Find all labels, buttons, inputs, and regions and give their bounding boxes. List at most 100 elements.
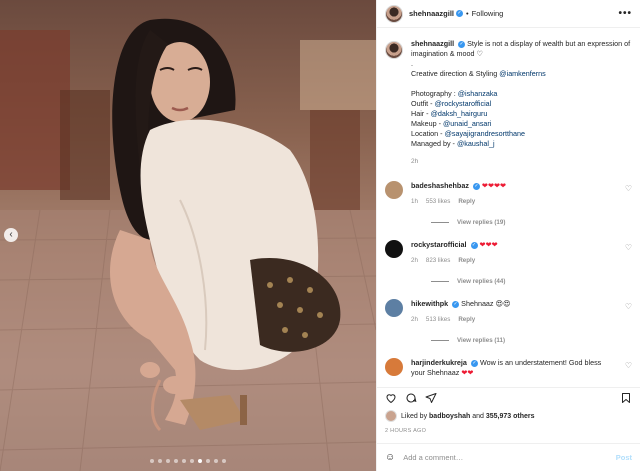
divider bbox=[431, 222, 449, 223]
view-replies-button[interactable]: View replies (11) bbox=[431, 337, 632, 344]
carousel-dot bbox=[158, 459, 162, 463]
caption-line: Photography : @ishanzaka bbox=[411, 89, 498, 98]
liker-username[interactable]: badboyshah bbox=[429, 413, 470, 420]
view-replies-label: View replies (11) bbox=[457, 337, 506, 344]
comment-username[interactable]: badeshashehbaz bbox=[411, 181, 469, 190]
post-photo[interactable]: ‹ bbox=[0, 0, 376, 471]
photo-illustration bbox=[0, 18, 376, 471]
action-bar bbox=[385, 388, 632, 408]
likes-count[interactable]: 355,973 others bbox=[486, 413, 535, 420]
caption-timestamp: 2h bbox=[411, 158, 419, 165]
carousel-dot bbox=[190, 459, 194, 463]
carousel-dot bbox=[222, 459, 226, 463]
caption-avatar[interactable] bbox=[385, 41, 403, 59]
comment-icon[interactable] bbox=[405, 392, 417, 404]
comment-avatar[interactable] bbox=[385, 181, 403, 199]
liker-avatar[interactable] bbox=[385, 410, 397, 422]
comment-list: badeshashehbaz ✓ ❤❤❤❤ 1h 553 likes Reply ♡ Vi… bbox=[385, 181, 632, 378]
comment: hikewithpk ✓ Shehnaaz 😍😍 2h 513 likes Reply… bbox=[385, 299, 632, 325]
reply-button[interactable]: Reply bbox=[458, 198, 475, 205]
comment-body: rockystarofficial ✓ ❤❤❤ 2h 823 likes Reply bbox=[411, 240, 632, 266]
reply-button[interactable]: Reply bbox=[458, 316, 475, 323]
carousel-prev-button[interactable]: ‹ bbox=[4, 228, 18, 242]
caption-body: . Creative direction & Styling @iamkenfer… bbox=[411, 59, 632, 149]
comments-section[interactable]: shehnaazgill ✓ Style is not a display of… bbox=[377, 29, 640, 386]
post-comment-button[interactable]: Post bbox=[616, 453, 632, 462]
comment-heart-icon[interactable]: ♡ bbox=[625, 184, 632, 193]
caption: shehnaazgill ✓ Style is not a display of… bbox=[385, 39, 632, 167]
likes-summary: Liked by badboyshah and 355,973 others bbox=[385, 410, 632, 422]
likes-prefix: Liked by bbox=[401, 412, 428, 420]
caption-username[interactable]: shehnaazgill bbox=[411, 39, 454, 48]
view-replies-label: View replies (19) bbox=[457, 219, 506, 226]
comment-time: 1h bbox=[411, 198, 418, 205]
view-replies-button[interactable]: View replies (44) bbox=[431, 278, 632, 285]
comment-username[interactable]: rockystarofficial bbox=[411, 240, 467, 249]
divider bbox=[431, 281, 449, 282]
reply-button[interactable]: Reply bbox=[458, 257, 475, 264]
comment-text: ❤❤❤❤ bbox=[481, 181, 507, 190]
comment-username[interactable]: harjinderkukreja bbox=[411, 358, 467, 367]
header-username[interactable]: shehnaazgill bbox=[409, 9, 454, 18]
post-side-panel: shehnaazgill ✓ • Following ••• shehnaazg… bbox=[376, 0, 640, 471]
comment-avatar[interactable] bbox=[385, 299, 403, 317]
comment: rockystarofficial ✓ ❤❤❤ 2h 823 likes Reply ♡ bbox=[385, 240, 632, 266]
comment-avatar[interactable] bbox=[385, 240, 403, 258]
more-options-icon[interactable]: ••• bbox=[618, 8, 632, 19]
comment-text: Shehnaaz 😍😍 bbox=[461, 299, 511, 308]
instagram-post: ‹ shehnaazgill ✓ • Following ••• shehnaa… bbox=[0, 0, 640, 471]
comment-text: ❤❤❤ bbox=[479, 240, 498, 249]
comment-heart-icon[interactable]: ♡ bbox=[625, 361, 632, 370]
comment-input[interactable] bbox=[403, 453, 616, 462]
caption-line: Managed by - @kaushal_j bbox=[411, 139, 495, 148]
emoji-icon[interactable]: ☺ bbox=[385, 452, 395, 463]
comment-heart-icon[interactable]: ♡ bbox=[625, 302, 632, 311]
bookmark-icon[interactable] bbox=[620, 392, 632, 404]
verified-icon: ✓ bbox=[458, 40, 466, 48]
caption-line: Makeup - @unaid_ansari bbox=[411, 119, 492, 128]
verified-icon: ✓ bbox=[456, 10, 464, 17]
carousel-dot bbox=[150, 459, 154, 463]
comment-likes[interactable]: 823 likes bbox=[426, 257, 450, 264]
caption-line: Creative direction & Styling @iamkenfern… bbox=[411, 69, 546, 78]
avatar[interactable] bbox=[385, 4, 403, 23]
post-actions: Liked by badboyshah and 355,973 others 2… bbox=[377, 387, 640, 434]
comment-meta: 2h 513 likes Reply bbox=[411, 315, 614, 325]
carousel-dot bbox=[182, 459, 186, 463]
comment-meta: 2h 823 likes Reply bbox=[411, 256, 614, 266]
comment: badeshashehbaz ✓ ❤❤❤❤ 1h 553 likes Reply ♡ bbox=[385, 181, 632, 207]
caption-line bbox=[411, 79, 632, 89]
post-header: shehnaazgill ✓ • Following ••• bbox=[377, 0, 640, 28]
carousel-dot bbox=[174, 459, 178, 463]
heart-icon[interactable] bbox=[385, 392, 397, 404]
verified-icon: ✓ bbox=[452, 300, 460, 308]
comment: harjinderkukreja ✓ Wow is an understatem… bbox=[385, 358, 632, 378]
comment-avatar[interactable] bbox=[385, 358, 403, 376]
post-timestamp: 2 HOURS AGO bbox=[385, 428, 427, 434]
carousel-dot bbox=[166, 459, 170, 463]
verified-icon: ✓ bbox=[472, 182, 480, 190]
comment-heart-icon[interactable]: ♡ bbox=[625, 243, 632, 252]
verified-icon: ✓ bbox=[470, 241, 478, 249]
caption-line: . bbox=[411, 59, 413, 68]
chevron-left-icon: ‹ bbox=[9, 229, 13, 240]
carousel-dot bbox=[214, 459, 218, 463]
comment-username[interactable]: hikewithpk bbox=[411, 299, 448, 308]
comment-meta: 1h 553 likes Reply bbox=[411, 197, 614, 207]
caption-line: Outfit - @rockystarofficial bbox=[411, 99, 492, 108]
header-separator: • bbox=[466, 9, 469, 18]
verified-icon: ✓ bbox=[470, 359, 478, 367]
caption-line: Location - @sayajigrandresortthane bbox=[411, 129, 525, 138]
comment-body: hikewithpk ✓ Shehnaaz 😍😍 2h 513 likes Reply bbox=[411, 299, 632, 325]
divider bbox=[431, 340, 449, 341]
comment-likes[interactable]: 553 likes bbox=[426, 198, 450, 205]
comment-time: 2h bbox=[411, 257, 418, 264]
comment-likes[interactable]: 513 likes bbox=[426, 316, 450, 323]
comment-body: harjinderkukreja ✓ Wow is an understatem… bbox=[411, 358, 632, 378]
carousel-dots bbox=[0, 459, 376, 463]
share-icon[interactable] bbox=[425, 392, 437, 404]
add-comment-bar: ☺ Post bbox=[377, 443, 640, 471]
following-button[interactable]: Following bbox=[472, 9, 504, 18]
comment-time: 2h bbox=[411, 316, 418, 323]
view-replies-button[interactable]: View replies (19) bbox=[431, 219, 632, 226]
